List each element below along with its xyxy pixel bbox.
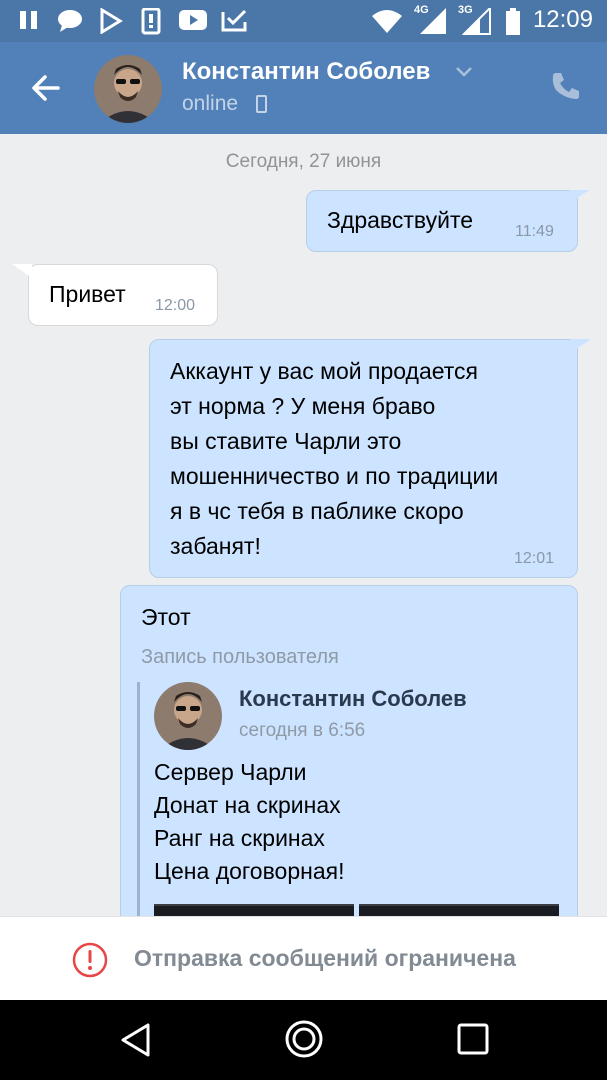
repost-image-thumbnail[interactable]	[154, 904, 354, 916]
battery-icon	[506, 8, 520, 35]
tick-mail-icon	[221, 9, 247, 32]
play-store-icon	[100, 8, 123, 34]
avatar[interactable]	[94, 55, 162, 123]
message-outgoing-repost[interactable]: Этот Запись пользователя Константин Собо…	[120, 585, 578, 916]
repost-divider	[137, 682, 140, 916]
pause-icon	[20, 11, 37, 29]
date-separator: Сегодня, 27 июня	[225, 151, 382, 172]
system-nav-bar	[0, 1000, 607, 1080]
recents-nav-icon[interactable]	[456, 1022, 490, 1056]
home-nav-icon[interactable]	[284, 1019, 324, 1059]
warning-icon	[72, 942, 108, 978]
message-time: 12:00	[155, 297, 196, 314]
mobile-icon	[256, 95, 267, 113]
chat-bubble-icon	[58, 10, 82, 32]
back-arrow-icon[interactable]	[28, 70, 64, 106]
sim-card-icon	[141, 8, 161, 35]
online-status: online	[182, 92, 239, 115]
message-text: Этот	[141, 604, 191, 630]
repost-avatar[interactable]	[154, 682, 222, 750]
message-incoming[interactable]: Привет 12:00	[12, 264, 218, 326]
bubble-tail	[12, 264, 32, 278]
phone-icon[interactable]	[550, 70, 582, 102]
contact-name[interactable]: Константин Соболев	[182, 58, 430, 86]
back-nav-icon[interactable]	[118, 1020, 154, 1060]
bubble-tail	[571, 339, 591, 353]
status-bar: 4G 3G 12:09	[0, 0, 607, 42]
repost-author[interactable]: Константин Соболев	[239, 686, 467, 712]
message-text: Привет	[49, 281, 126, 307]
restriction-text: Отправка сообщений ограничена	[134, 945, 516, 971]
signal-icon	[420, 8, 446, 34]
signal-icon	[462, 8, 491, 35]
chat-header: Константин Соболев online	[0, 42, 607, 134]
message-list[interactable]: Сегодня, 27 июня Здравствуйте 11:49 Прив…	[0, 134, 607, 916]
message-outgoing[interactable]: Здравствуйте 11:49	[306, 190, 589, 252]
input-restricted-bar: Отправка сообщений ограничена	[0, 916, 607, 1000]
youtube-icon	[179, 10, 207, 30]
message-text: Здравствуйте	[327, 207, 474, 233]
message-time: 11:49	[515, 223, 554, 240]
clock: 12:09	[532, 6, 593, 33]
repost-time: сегодня в 6:56	[239, 720, 366, 741]
chevron-down-icon[interactable]	[455, 66, 473, 78]
message-time: 12:01	[514, 550, 555, 567]
bubble-tail	[569, 190, 589, 204]
message-outgoing[interactable]: Аккаунт у вас мой продается эт норма ? У…	[149, 339, 591, 578]
repost-image-thumbnail[interactable]	[359, 904, 559, 916]
repost-text: Сервер Чарли Донат на скринах Ранг на ск…	[154, 759, 345, 884]
wifi-icon	[372, 10, 402, 33]
repost-label: Запись пользователя	[141, 646, 339, 668]
message-text: Аккаунт у вас мой продается эт норма ? У…	[170, 358, 499, 559]
